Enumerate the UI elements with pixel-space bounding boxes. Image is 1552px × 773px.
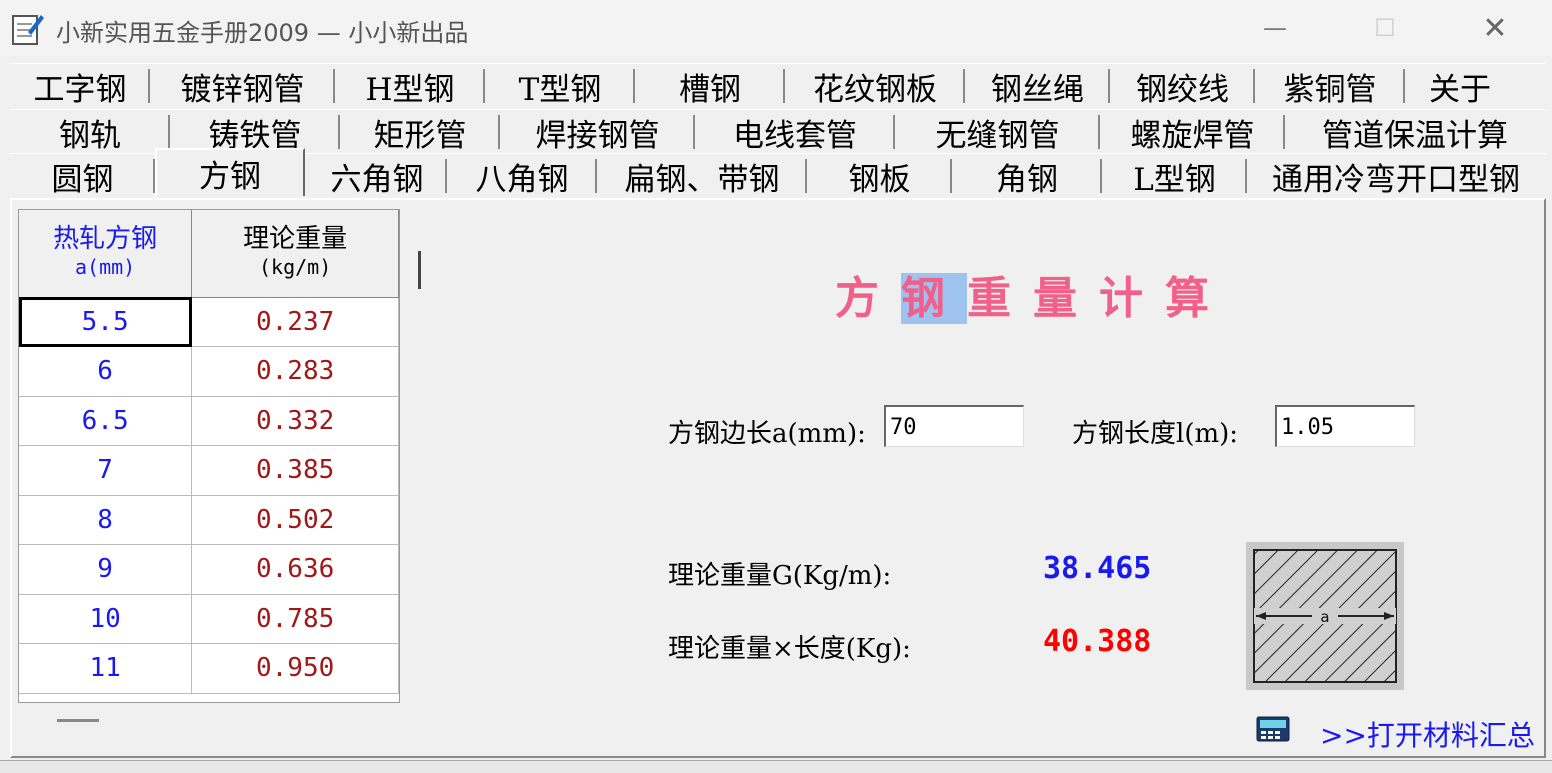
tab-工字钢[interactable]: 工字钢 [10, 64, 150, 108]
tab-八角钢[interactable]: 八角钢 [447, 154, 597, 198]
tab-紫铜管[interactable]: 紫铜管 [1255, 64, 1405, 108]
table-row[interactable]: 8 0.502 [19, 495, 399, 545]
calculator-title: 方钢重量计算 [835, 273, 1231, 324]
tab-圆钢[interactable]: 圆钢 [10, 154, 155, 198]
cell-weight[interactable]: 0.237 [191, 297, 399, 347]
tab-t型钢[interactable]: T型钢 [485, 64, 635, 108]
title-bar: 小新实用五金手册2009 — 小小新出品 — ☐ ✕ [0, 0, 1552, 56]
tab-焊接钢管[interactable]: 焊接钢管 [500, 110, 695, 154]
tab-通用冷弯开口型钢[interactable]: 通用冷弯开口型钢 [1247, 154, 1545, 198]
tab-row-1: 工字钢 镀锌钢管 H型钢 T型钢 槽钢 花纹钢板 钢丝绳 钢绞线 紫铜管 关于 [10, 63, 1546, 108]
cell-side-length[interactable]: 7 [19, 445, 193, 496]
side-length-input[interactable]: 70 [884, 405, 1024, 447]
notepad-icon [12, 15, 44, 45]
tab-螺旋焊管[interactable]: 螺旋焊管 [1100, 110, 1285, 154]
weight-per-meter-value: 38.465 [1043, 551, 1152, 586]
table-row[interactable]: 6 0.283 [19, 346, 399, 397]
table-row[interactable]: 5.5 0.237 [19, 297, 399, 347]
cell-weight[interactable]: 0.385 [191, 445, 399, 496]
table-row[interactable]: 10 0.785 [19, 594, 399, 644]
tab-角钢[interactable]: 角钢 [952, 154, 1102, 198]
tab-无缝钢管[interactable]: 无缝钢管 [895, 110, 1100, 154]
tab-h型钢[interactable]: H型钢 [335, 64, 485, 108]
table-row[interactable]: 9 0.636 [19, 544, 399, 595]
cell-weight[interactable]: 0.502 [191, 495, 399, 545]
diagram-dimension-label: a [1320, 608, 1329, 626]
cell-side-length[interactable]: 6.5 [19, 396, 193, 446]
table-row[interactable]: 7 0.385 [19, 445, 399, 496]
cell-weight[interactable]: 0.785 [191, 594, 399, 644]
side-length-label: 方钢边长a(mm): [668, 419, 866, 449]
header-weight[interactable]: 理论重量 (kg/m) [191, 210, 399, 298]
cell-side-length[interactable]: 6 [19, 346, 193, 397]
tab-row-3: 圆钢 方钢 六角钢 八角钢 扁钢、带钢 钢板 角钢 L型钢 通用冷弯开口型钢 [10, 148, 1546, 198]
tab-钢绞线[interactable]: 钢绞线 [1110, 64, 1255, 108]
close-button[interactable]: ✕ [1465, 8, 1525, 48]
tab-镀锌钢管[interactable]: 镀锌钢管 [150, 64, 335, 108]
tab-管道保温计算[interactable]: 管道保温计算 [1285, 110, 1545, 154]
divider [57, 719, 99, 722]
square-bar-diagram: a [1246, 542, 1404, 690]
tab-关于[interactable]: 关于 [1405, 64, 1515, 108]
text-cursor-mark [418, 251, 421, 289]
status-bar [0, 760, 1552, 773]
cell-side-length[interactable]: 11 [19, 643, 193, 694]
weight-per-meter-label: 理论重量G(Kg/m): [668, 561, 892, 591]
header-side-length[interactable]: 热轧方钢 a(mm) [19, 210, 193, 298]
tab-方钢[interactable]: 方钢 [155, 148, 305, 196]
cell-weight[interactable]: 0.636 [191, 544, 399, 595]
tab-花纹钢板[interactable]: 花纹钢板 [785, 64, 965, 108]
tab-钢板[interactable]: 钢板 [807, 154, 952, 198]
tab-六角钢[interactable]: 六角钢 [307, 154, 447, 198]
cell-weight[interactable]: 0.332 [191, 396, 399, 446]
open-material-summary-link[interactable]: >>打开材料汇总 [1320, 714, 1535, 754]
tab-矩形管[interactable]: 矩形管 [340, 110, 500, 154]
length-input[interactable]: 1.05 [1275, 405, 1415, 447]
calculator-icon[interactable] [1256, 716, 1290, 742]
tab-l型钢[interactable]: L型钢 [1102, 154, 1247, 198]
total-weight-value: 40.388 [1043, 624, 1152, 659]
cell-weight[interactable]: 0.283 [191, 346, 399, 397]
tab-钢丝绳[interactable]: 钢丝绳 [965, 64, 1110, 108]
tab-扁钢带钢[interactable]: 扁钢、带钢 [597, 154, 807, 198]
data-grid[interactable]: 热轧方钢 a(mm) 理论重量 (kg/m) 5.5 0.237 6 0.283… [18, 209, 400, 703]
minimize-button[interactable]: — [1245, 8, 1305, 48]
tab-槽钢[interactable]: 槽钢 [635, 64, 785, 108]
cell-side-length[interactable]: 8 [19, 495, 193, 545]
window-title: 小新实用五金手册2009 — 小小新出品 [56, 19, 469, 47]
cell-side-length[interactable]: 10 [19, 594, 193, 644]
cell-side-length[interactable]: 5.5 [19, 297, 193, 347]
tab-row-2: 钢轨 铸铁管 矩形管 焊接钢管 电线套管 无缝钢管 螺旋焊管 管道保温计算 [10, 109, 1546, 154]
tab-钢轨[interactable]: 钢轨 [10, 110, 170, 154]
table-row[interactable]: 11 0.950 [19, 643, 399, 694]
total-weight-label: 理论重量×长度(Kg): [668, 634, 911, 664]
cell-weight[interactable]: 0.950 [191, 643, 399, 694]
cell-side-length[interactable]: 9 [19, 544, 193, 595]
grid-table: 热轧方钢 a(mm) 理论重量 (kg/m) 5.5 0.237 6 0.283… [19, 210, 399, 694]
tab-电线套管[interactable]: 电线套管 [695, 110, 895, 154]
table-row[interactable]: 6.5 0.332 [19, 396, 399, 446]
length-label: 方钢长度l(m): [1072, 419, 1239, 449]
square-section-icon: a [1253, 549, 1397, 683]
maximize-button[interactable]: ☐ [1355, 8, 1415, 48]
